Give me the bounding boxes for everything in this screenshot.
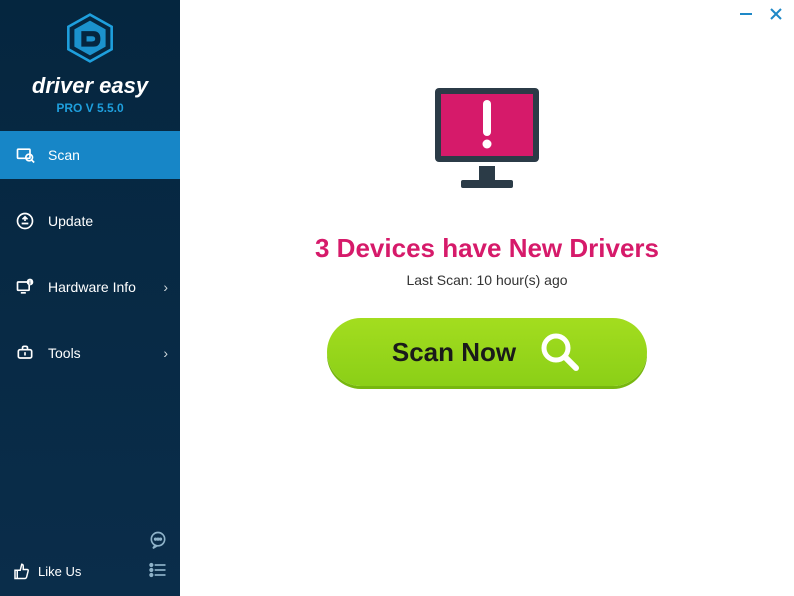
sidebar: driver easy PRO V 5.5.0 Scan Update i [0, 0, 180, 596]
nav-label: Tools [48, 345, 81, 361]
update-icon [14, 210, 36, 232]
scan-icon [14, 144, 36, 166]
chevron-right-icon: › [163, 279, 168, 295]
nav-label: Update [48, 213, 93, 229]
nav-label: Hardware Info [48, 279, 136, 295]
scan-now-button[interactable]: Scan Now [327, 318, 647, 386]
menu-list-icon[interactable] [148, 560, 168, 580]
like-us-label: Like Us [38, 564, 81, 579]
brand-name: driver easy [0, 73, 180, 99]
nav-item-update[interactable]: Update [0, 197, 180, 245]
scan-now-label: Scan Now [392, 337, 516, 368]
thumbs-up-icon [12, 562, 30, 580]
close-button[interactable] [768, 6, 784, 22]
footer-icons [148, 530, 168, 580]
minimize-button[interactable] [738, 6, 754, 22]
tools-icon [14, 342, 36, 364]
window-controls [738, 6, 784, 22]
status-headline: 3 Devices have New Drivers [315, 233, 659, 264]
hardware-info-icon: i [14, 276, 36, 298]
sidebar-footer: Like Us [0, 520, 180, 596]
nav: Scan Update i Hardware Info › Tools [0, 131, 180, 395]
like-us-button[interactable]: Like Us [12, 562, 81, 580]
nav-item-hardware[interactable]: i Hardware Info › [0, 263, 180, 311]
app-window: driver easy PRO V 5.5.0 Scan Update i [0, 0, 794, 596]
logo-icon [64, 12, 116, 64]
chat-icon[interactable] [148, 530, 168, 550]
chevron-right-icon: › [163, 345, 168, 361]
monitor-alert-icon [417, 70, 557, 215]
main-content: 3 Devices have New Drivers Last Scan: 10… [180, 0, 794, 596]
nav-item-tools[interactable]: Tools › [0, 329, 180, 377]
logo-area: driver easy PRO V 5.5.0 [0, 0, 180, 123]
magnify-icon [538, 330, 582, 374]
nav-item-scan[interactable]: Scan [0, 131, 180, 179]
brand-version: PRO V 5.5.0 [0, 101, 180, 115]
nav-label: Scan [48, 147, 80, 163]
last-scan-text: Last Scan: 10 hour(s) ago [406, 272, 567, 288]
